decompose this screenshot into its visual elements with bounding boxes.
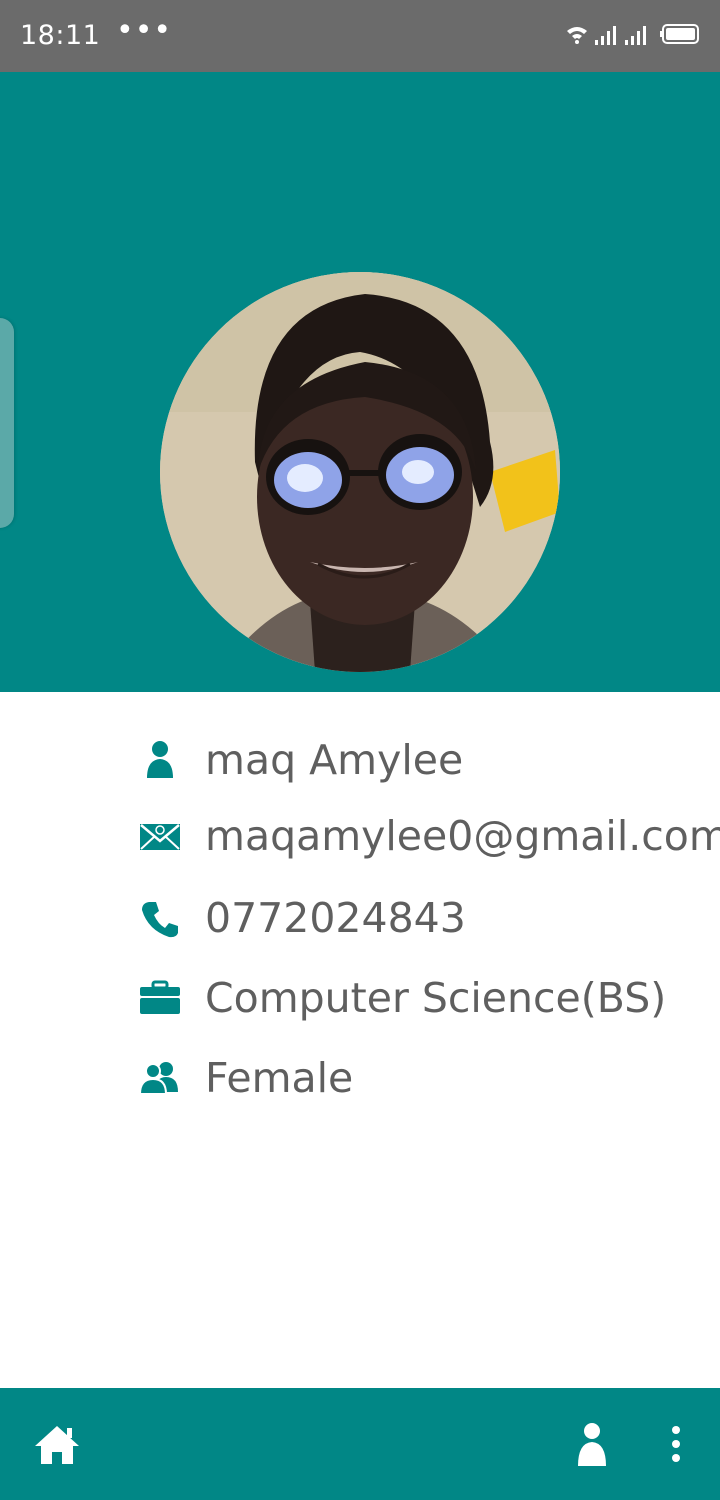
home-icon[interactable] bbox=[32, 1420, 82, 1470]
profile-phone: 0772024843 bbox=[205, 894, 466, 942]
profile-gender: Female bbox=[205, 1054, 354, 1102]
profile-photo bbox=[160, 272, 560, 672]
phone-row: 0772024843 bbox=[0, 888, 720, 948]
profile-name: maq Amylee bbox=[205, 736, 464, 784]
more-vertical-icon[interactable] bbox=[662, 1420, 690, 1470]
phone-icon bbox=[142, 902, 178, 938]
avatar[interactable] bbox=[160, 272, 560, 672]
briefcase-icon bbox=[140, 980, 180, 1014]
person-icon bbox=[147, 741, 173, 778]
battery-icon bbox=[660, 24, 699, 44]
bottom-nav bbox=[0, 1388, 720, 1500]
profile-icon[interactable] bbox=[570, 1420, 620, 1470]
notification-dots: ••• bbox=[116, 13, 173, 48]
email-icon bbox=[140, 824, 180, 850]
profile-header bbox=[0, 72, 720, 692]
people-icon bbox=[138, 1062, 178, 1095]
name-row: maq Amylee bbox=[0, 730, 720, 790]
course-row: Computer Science(BS) bbox=[0, 968, 720, 1028]
wifi-icon bbox=[567, 27, 587, 44]
profile-email: maqamylee0@gmail.com bbox=[205, 812, 720, 860]
signal-icon bbox=[595, 26, 616, 45]
signal-icon bbox=[625, 26, 646, 45]
status-bar: 18:11 ••• bbox=[0, 0, 720, 72]
status-time: 18:11 bbox=[20, 20, 101, 51]
email-row: maqamylee0@gmail.com bbox=[0, 806, 720, 866]
side-drawer-handle[interactable] bbox=[0, 318, 14, 528]
gender-row: Female bbox=[0, 1048, 720, 1108]
profile-course: Computer Science(BS) bbox=[205, 974, 667, 1022]
